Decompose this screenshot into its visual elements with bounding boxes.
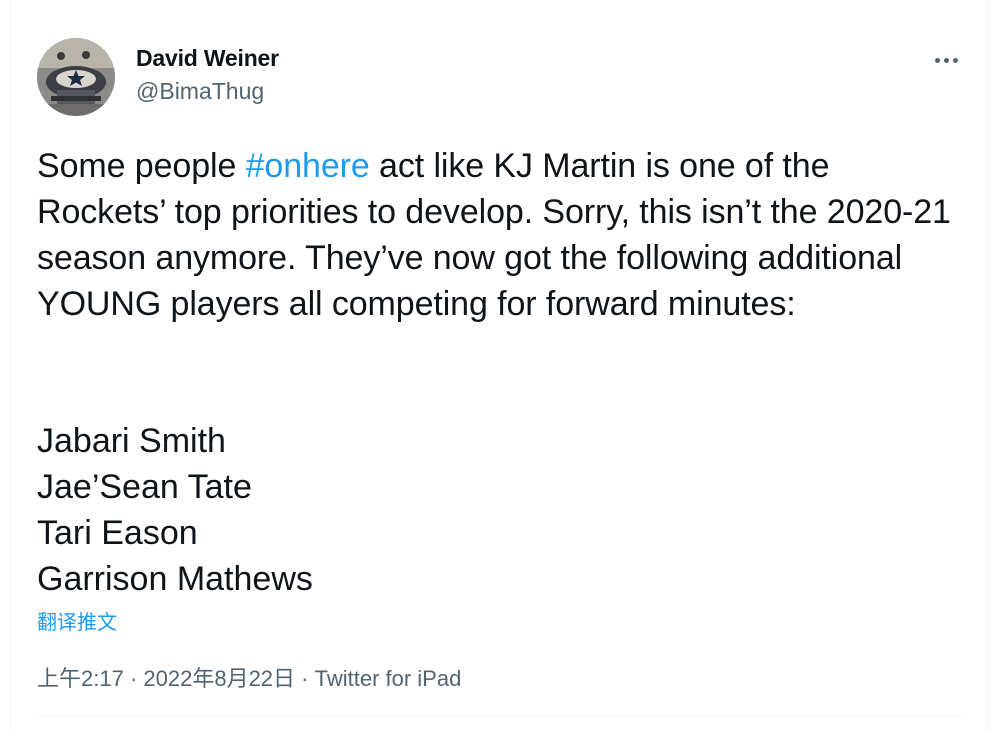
tweet-text-part: Some people	[37, 147, 246, 185]
divider	[37, 716, 963, 717]
player-line: Jabari Smith	[37, 422, 226, 460]
player-line: Garrison Mathews	[37, 560, 313, 598]
tweet-card	[10, 0, 988, 730]
meta-separator: ·	[295, 666, 315, 691]
avatar[interactable]	[37, 38, 115, 116]
dot-icon	[934, 57, 940, 63]
player-line: Jae’Sean Tate	[37, 468, 252, 506]
hashtag-link[interactable]: #onhere	[246, 147, 370, 185]
tweet-source[interactable]: Twitter for iPad	[315, 666, 462, 691]
meta-separator: ·	[123, 666, 144, 691]
author-handle[interactable]: @BimaThug	[136, 78, 264, 105]
tweet-text: Some people #onhere act like KJ Martin i…	[37, 143, 967, 327]
tweet-date[interactable]: 2022年8月22日	[143, 666, 295, 691]
author-display-name[interactable]: David Weiner	[136, 45, 279, 72]
player-list: Jabari Smith Jae’Sean Tate Tari Eason Ga…	[37, 418, 313, 602]
avatar-image	[37, 38, 115, 116]
dot-icon	[943, 57, 949, 63]
player-line: Tari Eason	[37, 514, 198, 552]
dot-icon	[952, 57, 958, 63]
more-options-button[interactable]	[928, 46, 964, 74]
tweet-meta: 上午2:17 · 2022年8月22日 · Twitter for iPad	[37, 661, 461, 693]
translate-tweet-link[interactable]: 翻译推文	[37, 606, 117, 635]
tweet-time[interactable]: 上午2:17	[37, 666, 124, 691]
